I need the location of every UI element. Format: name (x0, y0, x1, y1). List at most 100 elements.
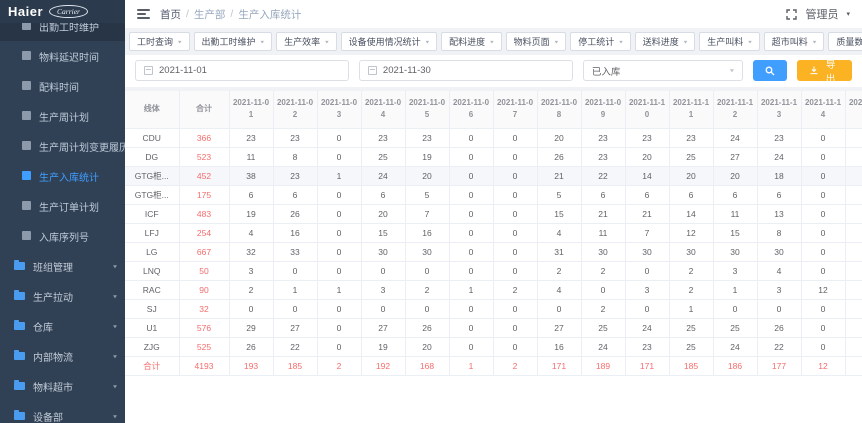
breadcrumb-home[interactable]: 首页 (160, 7, 181, 22)
value-cell: 22 (273, 337, 317, 356)
value-cell: 23 (361, 128, 405, 147)
value-cell: 0 (801, 337, 845, 356)
search-button[interactable] (753, 60, 787, 81)
folder-icon (14, 352, 25, 360)
chevron-down-icon: ▾ (813, 39, 817, 45)
value-cell: 0 (493, 299, 537, 318)
sidebar-item-link[interactable]: 生产周计划 (0, 101, 125, 131)
chevron-down-icon: ▾ (113, 292, 117, 299)
value-cell: 30 (713, 242, 757, 261)
tab[interactable]: 生产效率▾ (276, 32, 337, 51)
col-header-date: 2021-11-11 (669, 91, 713, 128)
sidebar-section[interactable]: 仓库▾ (0, 311, 125, 341)
value-cell (845, 242, 862, 261)
value-cell: 2 (581, 299, 625, 318)
col-header-line: 线体 (125, 91, 179, 128)
value-cell: 26 (537, 147, 581, 166)
value-cell: 0 (493, 204, 537, 223)
value-cell: 0 (449, 166, 493, 185)
value-cell: 189 (581, 356, 625, 375)
value-cell: 2 (669, 280, 713, 299)
folder-icon (14, 322, 25, 330)
sidebar-item-label: 生产周计划 (39, 109, 89, 124)
sidebar-section[interactable]: 班组管理▾ (0, 251, 125, 281)
sidebar-item-link[interactable]: 生产订单计划 (0, 191, 125, 221)
value-cell: 0 (449, 242, 493, 261)
list-icon (22, 203, 31, 210)
value-cell (845, 280, 862, 299)
value-cell: 192 (361, 356, 405, 375)
chevron-down-icon: ▾ (261, 39, 265, 45)
value-cell: 0 (317, 242, 361, 261)
col-header-date: 2021-11-03 (317, 91, 361, 128)
sidebar-item-active[interactable]: 生产入库统计 (0, 161, 125, 191)
col-header-date: 2021-11-09 (581, 91, 625, 128)
tab[interactable]: 配料进度▾ (441, 32, 502, 51)
sidebar-item-link[interactable]: 物料延迟时间 (0, 41, 125, 71)
sidebar-item-link[interactable]: 生产周计划变更履历 (0, 131, 125, 161)
value-cell: 15 (361, 223, 405, 242)
value-cell: 1 (317, 166, 361, 185)
tab[interactable]: 超市叫料▾ (764, 32, 825, 51)
value-cell: 4 (229, 223, 273, 242)
end-date-field[interactable] (359, 60, 573, 81)
user-caret-icon[interactable]: ▾ (846, 10, 850, 18)
sidebar-section-label: 内部物流 (33, 349, 73, 364)
sidebar-section[interactable]: 设备部▾ (0, 401, 125, 423)
value-cell: 4 (757, 261, 801, 280)
value-cell: 30 (757, 242, 801, 261)
value-cell: 171 (625, 356, 669, 375)
value-cell: 16 (405, 223, 449, 242)
value-cell: 21 (581, 204, 625, 223)
value-cell: 186 (713, 356, 757, 375)
table-row: SJ3200000000201000 (125, 299, 862, 318)
table-row: GTG柜...452382312420002122142020180 (125, 166, 862, 185)
value-cell: 20 (405, 337, 449, 356)
breadcrumb-dept[interactable]: 生产部 (194, 7, 226, 22)
tab[interactable]: 出勤工时维护▾ (194, 32, 273, 51)
tab[interactable]: 设备使用情况统计▾ (341, 32, 438, 51)
filter-bar: 已入库 ▾ 导出 (125, 55, 862, 87)
fullscreen-icon[interactable] (786, 9, 797, 20)
sidebar-collapse-icon[interactable] (137, 9, 150, 19)
tab[interactable]: 生产叫料 ▾ (699, 32, 760, 51)
start-date-field[interactable] (135, 60, 349, 81)
col-header-date: 2021-11-05 (405, 91, 449, 128)
sidebar-item-link[interactable]: 入库序列号 (0, 221, 125, 251)
sidebar-item-label: 生产订单计划 (39, 199, 99, 214)
tab[interactable]: 物料页面▾ (506, 32, 567, 51)
value-cell: 6 (361, 185, 405, 204)
status-select[interactable]: 已入库 ▾ (583, 60, 743, 81)
value-cell: 26 (273, 204, 317, 223)
sidebar-section[interactable]: 物料超市▾ (0, 371, 125, 401)
sidebar-section[interactable]: 生产拉动▾ (0, 281, 125, 311)
start-date-input[interactable] (159, 65, 340, 76)
table-scroll-area[interactable]: 线体合计2021-11-012021-11-022021-11-032021-1… (125, 91, 862, 423)
value-cell: 22 (757, 337, 801, 356)
line-name-cell: 合计 (125, 356, 179, 375)
chevron-down-icon: ▾ (555, 39, 559, 45)
breadcrumb-separator: / (230, 8, 233, 20)
folder-icon (14, 292, 25, 300)
chevron-down-icon: ▾ (748, 39, 752, 45)
user-menu[interactable]: 管理员 (805, 6, 838, 22)
value-cell: 0 (801, 185, 845, 204)
tab[interactable]: 工时查询▾ (129, 32, 190, 51)
tab-label: 生产叫料 (707, 35, 743, 48)
value-cell: 31 (537, 242, 581, 261)
tab[interactable]: 停工统计▾ (570, 32, 631, 51)
tab[interactable]: 质量数据统计▾ (828, 32, 862, 51)
sidebar-section[interactable]: 内部物流▾ (0, 341, 125, 371)
value-cell: 26 (405, 318, 449, 337)
sidebar-item-link[interactable]: 配料时间 (0, 71, 125, 101)
value-cell: 25 (669, 337, 713, 356)
tab[interactable]: 送料进度▾ (635, 32, 696, 51)
value-cell: 0 (493, 166, 537, 185)
value-cell: 8 (757, 223, 801, 242)
calendar-icon (368, 66, 377, 75)
value-cell: 23 (273, 128, 317, 147)
end-date-input[interactable] (383, 65, 564, 76)
calendar-icon (144, 66, 153, 75)
export-button[interactable]: 导出 (797, 60, 852, 81)
value-cell: 193 (229, 356, 273, 375)
